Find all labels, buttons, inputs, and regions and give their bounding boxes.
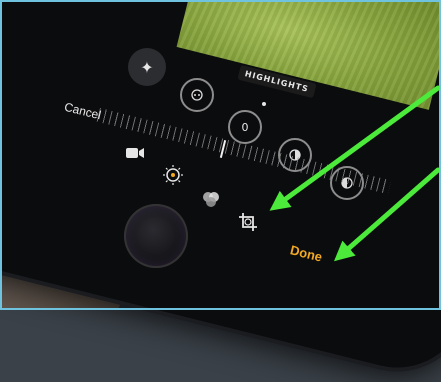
magic-wand-icon[interactable]: ✦ (128, 48, 166, 86)
exposure-value: 0 (241, 120, 249, 134)
video-icon (126, 148, 144, 158)
crop-tab[interactable] (234, 208, 262, 236)
exposure-value-dial[interactable]: 0 (228, 110, 262, 144)
selected-indicator-dot (262, 102, 266, 106)
adjust-tab[interactable] (160, 162, 186, 188)
exposure-icon (191, 89, 203, 101)
filters-icon (203, 192, 219, 207)
home-button (124, 204, 188, 268)
done-button[interactable]: Done (289, 242, 324, 264)
exposure-button[interactable] (180, 78, 214, 112)
photo-editor-screen: HIGHLIGHTS ✦ 0 Cancel Done (0, 0, 441, 310)
adjust-dial-icon (163, 165, 183, 185)
filters-tab[interactable] (198, 186, 224, 212)
crop-rotate-icon (239, 213, 257, 231)
cancel-button[interactable]: Cancel (63, 100, 103, 123)
video-tab[interactable] (122, 142, 148, 164)
